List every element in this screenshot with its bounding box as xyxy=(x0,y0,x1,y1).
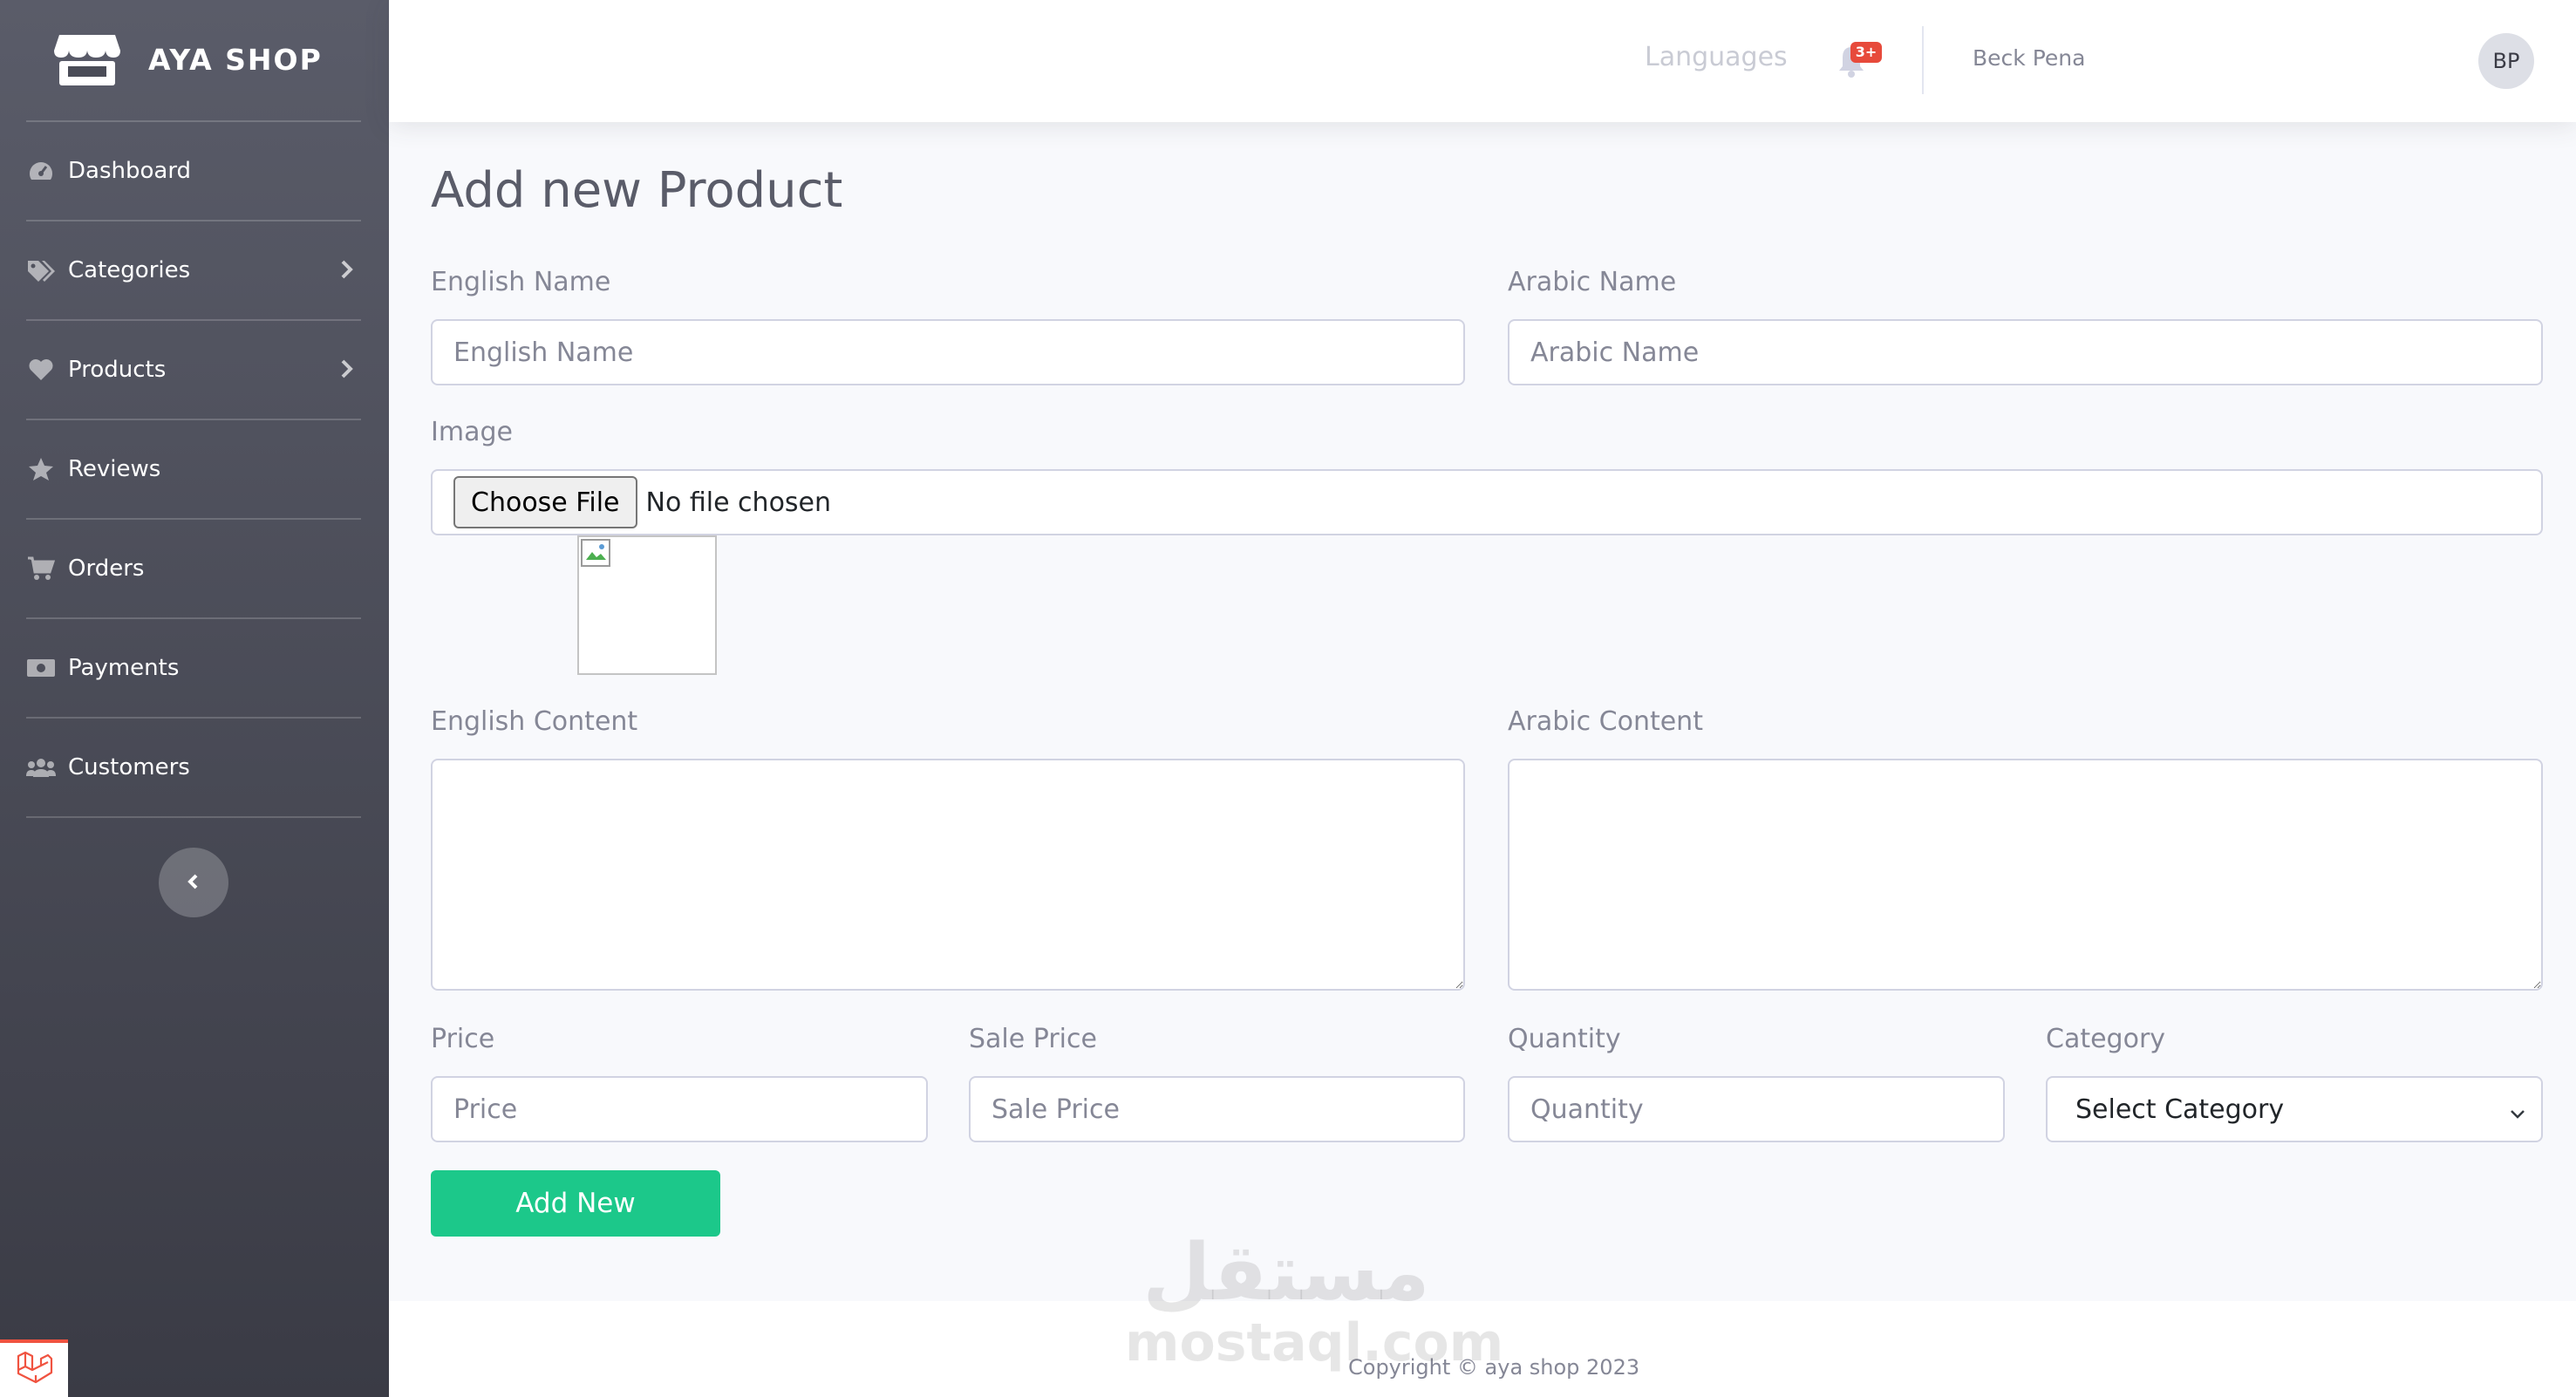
page-title: Add new Product xyxy=(431,162,843,219)
money-bill-icon xyxy=(26,653,56,683)
english-content-label: English Content xyxy=(431,706,638,737)
chevron-left-icon xyxy=(184,871,203,895)
avatar[interactable]: BP xyxy=(2478,33,2534,89)
arabic-name-label: Arabic Name xyxy=(1508,267,1677,297)
brand-name: AYA SHOP xyxy=(148,42,323,77)
laravel-icon xyxy=(15,1351,53,1389)
tachometer-icon xyxy=(26,156,56,186)
heart-icon xyxy=(26,355,56,385)
sidebar-item-products[interactable]: Products xyxy=(26,321,361,419)
english-content-textarea[interactable] xyxy=(431,759,1465,991)
chevron-right-icon xyxy=(333,354,361,384)
sidebar-item-label: Orders xyxy=(68,555,145,582)
chevron-right-icon xyxy=(333,255,361,284)
sale-price-input[interactable] xyxy=(969,1076,1465,1142)
sidebar-item-dashboard[interactable]: Dashboard xyxy=(26,122,361,220)
users-icon xyxy=(26,753,56,782)
topbar-divider xyxy=(1922,26,1924,94)
sidebar-item-label: Payments xyxy=(68,655,180,681)
sidebar-item-customers[interactable]: Customers xyxy=(26,719,361,816)
sidebar-item-categories[interactable]: Categories xyxy=(26,221,361,319)
image-file-input[interactable]: Choose File No file chosen xyxy=(431,469,2543,535)
star-icon xyxy=(26,454,56,484)
sidebar-item-orders[interactable]: Orders xyxy=(26,520,361,617)
sidebar-item-reviews[interactable]: Reviews xyxy=(26,420,361,518)
arabic-name-input[interactable] xyxy=(1508,319,2543,385)
notification-badge: 3+ xyxy=(1850,42,1882,63)
quantity-label: Quantity xyxy=(1508,1024,1621,1054)
debugbar-toggle[interactable] xyxy=(0,1339,68,1397)
image-label: Image xyxy=(431,417,513,447)
category-selected-value: Select Category xyxy=(2075,1094,2285,1125)
sidebar-item-label: Products xyxy=(68,357,167,383)
chevron-down-icon xyxy=(2508,1101,2527,1120)
sidebar-divider xyxy=(26,816,361,818)
watermark-latin: mostaql.com xyxy=(1125,1312,1504,1373)
watermark-arabic: مستقل xyxy=(1142,1227,1430,1319)
languages-dropdown[interactable]: Languages xyxy=(1645,42,1788,72)
sidebar-item-label: Dashboard xyxy=(68,158,192,184)
english-name-label: English Name xyxy=(431,267,611,297)
price-label: Price xyxy=(431,1024,495,1054)
brand[interactable]: AYA SHOP xyxy=(52,31,323,87)
price-input[interactable] xyxy=(431,1076,928,1142)
choose-file-button[interactable]: Choose File xyxy=(453,476,637,528)
category-label: Category xyxy=(2046,1024,2166,1054)
add-new-button[interactable]: Add New xyxy=(431,1170,720,1237)
sidebar-item-payments[interactable]: Payments xyxy=(26,619,361,717)
sidebar: AYA SHOP Dashboard Categories Products R… xyxy=(0,0,389,1397)
quantity-input[interactable] xyxy=(1508,1076,2005,1142)
category-select[interactable]: Select Category xyxy=(2046,1076,2543,1142)
broken-image-icon xyxy=(581,539,612,572)
cart-icon xyxy=(26,554,56,583)
store-icon xyxy=(52,31,122,87)
tags-icon xyxy=(26,256,56,285)
image-preview xyxy=(577,535,717,675)
english-name-input[interactable] xyxy=(431,319,1465,385)
sidebar-item-label: Reviews xyxy=(68,456,161,482)
file-status: No file chosen xyxy=(645,487,832,518)
arabic-content-label: Arabic Content xyxy=(1508,706,1703,737)
user-name[interactable]: Beck Pena xyxy=(1973,45,2085,71)
sidebar-toggle-button[interactable] xyxy=(159,848,228,917)
arabic-content-textarea[interactable] xyxy=(1508,759,2543,991)
watermark: مستقل mostaql.com xyxy=(1125,1227,1504,1373)
sidebar-item-label: Categories xyxy=(68,257,191,283)
topbar xyxy=(389,0,2576,122)
sale-price-label: Sale Price xyxy=(969,1024,1097,1054)
sidebar-item-label: Customers xyxy=(68,754,190,780)
